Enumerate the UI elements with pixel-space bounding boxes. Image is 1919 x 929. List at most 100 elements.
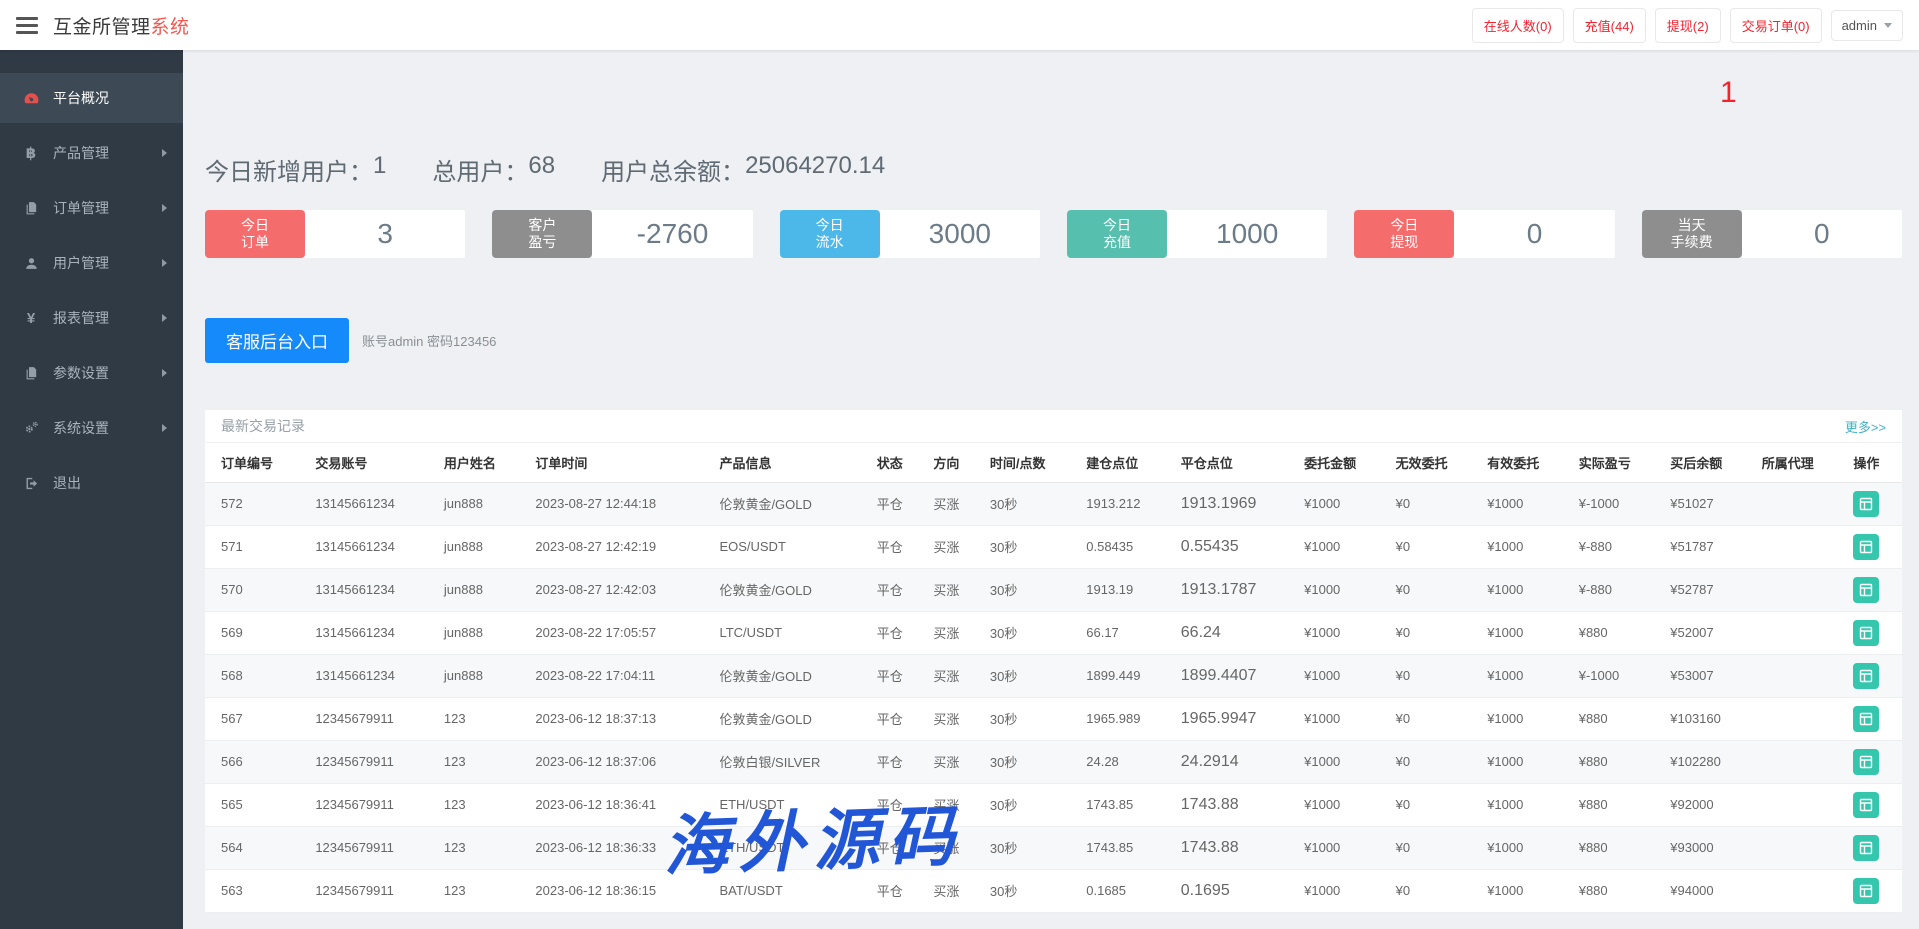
cell-open: 1913.212	[1078, 482, 1173, 525]
cell-balance: ¥53007	[1662, 654, 1754, 697]
row-detail-button[interactable]	[1853, 577, 1879, 603]
sidebar-item-platform-overview[interactable]: 平台概况	[0, 73, 183, 123]
row-detail-button[interactable]	[1853, 663, 1879, 689]
dashboard-icon	[22, 90, 40, 107]
user-icon	[22, 256, 40, 271]
column-header-product: 产品信息	[711, 443, 868, 482]
cell-direction: 买涨	[925, 869, 982, 912]
stat-card-today-flow: 今日流水3000	[780, 210, 1040, 258]
cell-name: jun888	[436, 568, 528, 611]
cell-close: 1913.1969	[1173, 482, 1296, 525]
table-row: 57213145661234jun8882023-08-27 12:44:18伦…	[205, 482, 1902, 525]
cell-open: 1899.449	[1078, 654, 1173, 697]
cell-name: jun888	[436, 482, 528, 525]
sidebar-item-label: 订单管理	[53, 198, 109, 218]
topbar-actions: 在线人数(0) 充值(44) 提现(2) 交易订单(0) admin	[1472, 8, 1903, 43]
cell-status: 平仓	[869, 525, 926, 568]
topbar-button-recharge[interactable]: 充值(44)	[1573, 8, 1646, 43]
cell-action	[1845, 525, 1902, 568]
cell-status: 平仓	[869, 568, 926, 611]
cell-period: 30秒	[982, 783, 1078, 826]
title-accent: 系统	[151, 17, 190, 38]
row-detail-button[interactable]	[1853, 878, 1879, 904]
column-header-open: 建仓点位	[1078, 443, 1173, 482]
chevron-right-icon	[162, 424, 167, 432]
cell-period: 30秒	[982, 611, 1078, 654]
cell-direction: 买涨	[925, 568, 982, 611]
cell-amount: ¥1000	[1296, 568, 1388, 611]
service-backend-button[interactable]: 客服后台入口	[205, 318, 349, 363]
stat-card-today-orders: 今日订单3	[205, 210, 465, 258]
cell-status: 平仓	[869, 783, 926, 826]
table-row: 565123456799111232023-06-12 18:36:41ETH/…	[205, 783, 1902, 826]
more-link[interactable]: 更多>>	[1845, 417, 1886, 436]
column-header-direction: 方向	[925, 443, 982, 482]
topbar-button-trade-orders[interactable]: 交易订单(0)	[1730, 8, 1822, 43]
topbar-button-online-users[interactable]: 在线人数(0)	[1472, 8, 1564, 43]
cell-invalid: ¥0	[1388, 611, 1480, 654]
cell-valid: ¥1000	[1479, 869, 1571, 912]
row-detail-button[interactable]	[1853, 792, 1879, 818]
sidebar-item-product-manage[interactable]: ฿产品管理	[0, 128, 183, 178]
row-detail-button[interactable]	[1853, 706, 1879, 732]
sidebar-item-order-manage[interactable]: 订单管理	[0, 183, 183, 233]
cell-invalid: ¥0	[1388, 654, 1480, 697]
stat-value: 1	[373, 152, 386, 187]
admin-menu[interactable]: admin	[1831, 10, 1903, 41]
cell-time: 2023-06-12 18:36:41	[527, 783, 711, 826]
column-header-profit: 实际盈亏	[1571, 443, 1663, 482]
row-detail-button[interactable]	[1853, 491, 1879, 517]
sidebar-item-report-manage[interactable]: ¥报表管理	[0, 293, 183, 343]
sidebar: 平台概况฿产品管理订单管理用户管理¥报表管理参数设置系统设置退出	[0, 50, 183, 929]
cell-valid: ¥1000	[1479, 611, 1571, 654]
cell-account: 12345679911	[307, 783, 436, 826]
sidebar-item-label: 退出	[53, 473, 81, 493]
notification-count: 1	[1720, 76, 1737, 110]
cell-name: 123	[436, 783, 528, 826]
stat-card-label: 今日流水	[780, 210, 880, 258]
cell-action	[1845, 740, 1902, 783]
cell-period: 30秒	[982, 568, 1078, 611]
cell-id: 571	[205, 525, 307, 568]
cell-open: 24.28	[1078, 740, 1173, 783]
cell-status: 平仓	[869, 869, 926, 912]
cell-agent	[1754, 611, 1846, 654]
gears-icon	[22, 420, 40, 436]
cell-agent	[1754, 697, 1846, 740]
sidebar-item-param-settings[interactable]: 参数设置	[0, 348, 183, 398]
row-detail-button[interactable]	[1853, 835, 1879, 861]
cell-open: 1965.989	[1078, 697, 1173, 740]
menu-toggle-icon[interactable]	[16, 17, 38, 34]
cell-name: jun888	[436, 611, 528, 654]
cell-id: 572	[205, 482, 307, 525]
cell-period: 30秒	[982, 740, 1078, 783]
table-icon	[1859, 884, 1873, 898]
cell-product: 伦敦黄金/GOLD	[711, 568, 868, 611]
files-icon	[22, 366, 40, 381]
row-detail-button[interactable]	[1853, 620, 1879, 646]
cell-direction: 买涨	[925, 740, 982, 783]
sidebar-item-logout[interactable]: 退出	[0, 458, 183, 508]
cell-close: 66.24	[1173, 611, 1296, 654]
cell-direction: 买涨	[925, 826, 982, 869]
cell-id: 568	[205, 654, 307, 697]
column-header-amount: 委托金额	[1296, 443, 1388, 482]
cell-profit: ¥-1000	[1571, 654, 1663, 697]
cell-id: 563	[205, 869, 307, 912]
sidebar-item-label: 产品管理	[53, 143, 109, 163]
sidebar-item-system-settings[interactable]: 系统设置	[0, 403, 183, 453]
column-header-period: 时间/点数	[982, 443, 1078, 482]
cell-status: 平仓	[869, 697, 926, 740]
cell-profit: ¥880	[1571, 826, 1663, 869]
topbar-button-withdraw[interactable]: 提现(2)	[1655, 8, 1721, 43]
sidebar-item-label: 参数设置	[53, 363, 109, 383]
column-header-action: 操作	[1845, 443, 1902, 482]
row-detail-button[interactable]	[1853, 534, 1879, 560]
row-detail-button[interactable]	[1853, 749, 1879, 775]
cell-valid: ¥1000	[1479, 525, 1571, 568]
cell-status: 平仓	[869, 826, 926, 869]
sidebar-item-user-manage[interactable]: 用户管理	[0, 238, 183, 288]
cell-id: 566	[205, 740, 307, 783]
page-title: 互金所管理系统	[53, 12, 190, 39]
cell-invalid: ¥0	[1388, 826, 1480, 869]
